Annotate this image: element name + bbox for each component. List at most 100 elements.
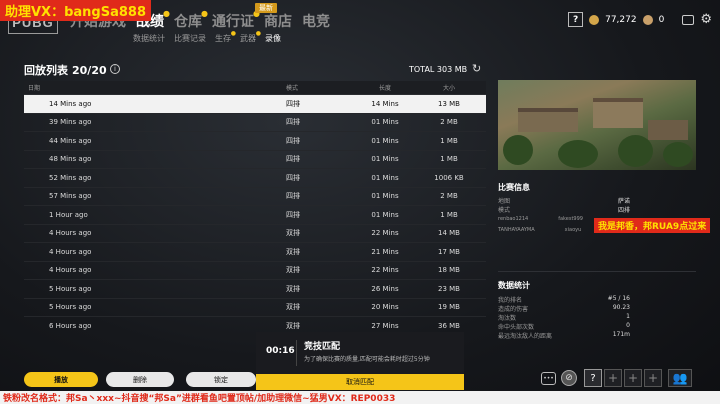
stat-value: 171m bbox=[612, 331, 630, 338]
player-name: renbao1214 bbox=[498, 216, 529, 222]
cell-date: 52 Mins ago bbox=[49, 173, 92, 182]
matchmaking-timer: 00:16 bbox=[266, 346, 295, 356]
add-member-icon[interactable]: + bbox=[624, 369, 642, 387]
stat-label: 淘汰数 bbox=[498, 315, 517, 322]
stat-value: 0 bbox=[626, 322, 630, 329]
stat-value: #5 / 16 bbox=[607, 295, 630, 302]
table-row[interactable]: 4 Hours ago 双排 21 Mins 17 MB bbox=[24, 243, 486, 262]
cell-mode: 四排 bbox=[286, 99, 300, 108]
table-row[interactable]: 1 Hour ago 四排 01 Mins 1 MB bbox=[24, 206, 486, 225]
cell-size: 13 MB bbox=[438, 99, 460, 108]
delete-button[interactable]: 删除 bbox=[106, 372, 174, 387]
cell-size: 2 MB bbox=[440, 118, 458, 127]
cell-size: 36 MB bbox=[438, 321, 460, 330]
match-info-title: 比赛信息 bbox=[498, 183, 530, 192]
tab-3[interactable]: 通行证 ● bbox=[212, 9, 260, 31]
top-right-bar: ? 77,272 0 ⚙ bbox=[568, 12, 712, 27]
cell-size: 19 MB bbox=[438, 303, 460, 312]
table-row[interactable]: 48 Mins ago 四排 01 Mins 1 MB bbox=[24, 151, 486, 169]
tab-2[interactable]: 仓库 ● bbox=[174, 9, 208, 31]
matchmaking-panel: 00:16 竞技匹配 为了确保比赛的质量,匹配可能会耗时超过5分钟 取消匹配 bbox=[256, 332, 464, 390]
table-row[interactable]: 4 Hours ago 双排 22 Mins 18 MB bbox=[24, 262, 486, 280]
news-icon[interactable] bbox=[682, 14, 695, 25]
table-row[interactable]: 4 Hours ago 双排 22 Mins 14 MB bbox=[24, 225, 486, 243]
cell-mode: 四排 bbox=[286, 118, 300, 127]
cell-date: 57 Mins ago bbox=[49, 192, 92, 201]
cell-size: 1 MB bbox=[440, 210, 458, 219]
cell-length: 20 Mins bbox=[371, 303, 399, 312]
subtab-label: 比赛记录 bbox=[174, 34, 206, 43]
stat-label: 我的排名 bbox=[498, 297, 523, 304]
map-row: 地图 萨诺 bbox=[498, 196, 630, 205]
total-size: TOTAL 303 MB bbox=[409, 65, 468, 74]
cell-length: 21 Mins bbox=[371, 247, 399, 256]
watermark-top: 助理VX：bangSa888 bbox=[0, 0, 151, 21]
stat-label: 命中头部次数 bbox=[498, 324, 535, 331]
lock-button[interactable]: 锁定 bbox=[186, 372, 256, 387]
cell-date: 6 Hours ago bbox=[49, 321, 92, 330]
subtab-3[interactable]: 武器 ● bbox=[240, 30, 261, 44]
player-name: TANHAYAAYMA bbox=[498, 227, 535, 233]
subtab-0[interactable]: 数据统计 bbox=[133, 33, 165, 44]
team-icon[interactable]: 👥 bbox=[668, 369, 692, 387]
cell-date: 5 Hours ago bbox=[49, 303, 92, 312]
cell-mode: 四排 bbox=[286, 173, 300, 182]
cell-mode: 双排 bbox=[286, 321, 300, 330]
stat-label: 最远淘汰敌人的距离 bbox=[498, 333, 553, 340]
play-button[interactable]: 播放 bbox=[24, 372, 98, 387]
gcoin-amount: 0 bbox=[658, 14, 665, 25]
cell-size: 2 MB bbox=[440, 192, 458, 201]
cell-date: 14 Mins ago bbox=[49, 99, 92, 108]
stat-row: 淘汰数 1 bbox=[498, 313, 630, 322]
add-member-icon[interactable]: + bbox=[644, 369, 662, 387]
cell-mode: 四排 bbox=[286, 155, 300, 164]
tab-5[interactable]: 电竞 bbox=[302, 11, 330, 31]
gcoin-icon bbox=[642, 14, 653, 25]
cell-mode: 双排 bbox=[286, 229, 300, 238]
tab-label: 电竞 bbox=[302, 14, 330, 30]
cell-date: 48 Mins ago bbox=[49, 155, 92, 164]
subtab-4[interactable]: 录像 bbox=[265, 33, 281, 44]
table-row[interactable]: 39 Mins ago 四排 01 Mins 2 MB bbox=[24, 114, 486, 132]
cell-size: 17 MB bbox=[438, 247, 460, 256]
tab-4[interactable]: 商店 bbox=[264, 11, 292, 31]
chat-icon[interactable]: ••• bbox=[541, 372, 556, 385]
table-row[interactable]: 57 Mins ago 四排 01 Mins 2 MB bbox=[24, 188, 486, 206]
table-row[interactable]: 5 Hours ago 双排 20 Mins 19 MB bbox=[24, 299, 486, 317]
player-name: fakest999 bbox=[558, 216, 583, 222]
new-badge: 最新 bbox=[255, 3, 277, 13]
subtab-label: 武器 bbox=[240, 34, 256, 43]
table-row[interactable]: 5 Hours ago 双排 26 Mins 23 MB bbox=[24, 280, 486, 299]
column-date: 日期 bbox=[28, 85, 41, 92]
new-dot-icon: ● bbox=[230, 30, 236, 37]
add-member-icon[interactable]: + bbox=[604, 369, 622, 387]
table-row[interactable]: 14 Mins ago 四排 14 Mins 13 MB bbox=[24, 95, 486, 114]
mode-label: 模式 bbox=[498, 207, 511, 214]
subtab-2[interactable]: 生存 ● bbox=[215, 30, 236, 44]
tab-label: 商店 bbox=[264, 14, 292, 30]
cell-length: 01 Mins bbox=[371, 173, 399, 182]
cell-mode: 四排 bbox=[286, 210, 300, 219]
refresh-icon[interactable]: ↻ bbox=[472, 62, 481, 75]
player-name: xiaoyu bbox=[564, 227, 582, 233]
cell-size: 14 MB bbox=[438, 229, 460, 238]
subtab-label: 录像 bbox=[265, 34, 281, 43]
gear-icon[interactable]: ⚙ bbox=[700, 12, 712, 27]
cell-size: 1 MB bbox=[440, 136, 458, 145]
table-row[interactable]: 52 Mins ago 四排 01 Mins 1006 KB bbox=[24, 169, 486, 188]
cell-length: 01 Mins bbox=[371, 155, 399, 164]
mute-icon[interactable]: ⊘ bbox=[561, 370, 577, 386]
info-icon[interactable]: i bbox=[110, 64, 120, 74]
table-row[interactable]: 44 Mins ago 四排 01 Mins 1 MB bbox=[24, 132, 486, 151]
cell-mode: 双排 bbox=[286, 247, 300, 256]
cell-date: 4 Hours ago bbox=[49, 266, 92, 275]
cell-date: 1 Hour ago bbox=[49, 210, 88, 219]
help-slot-icon[interactable]: ? bbox=[584, 369, 602, 387]
cell-length: 26 Mins bbox=[371, 284, 399, 293]
cell-mode: 四排 bbox=[286, 136, 300, 145]
cancel-matchmaking-button[interactable]: 取消匹配 bbox=[256, 374, 464, 390]
subtab-1[interactable]: 比赛记录 bbox=[174, 33, 206, 44]
new-dot-icon: ● bbox=[201, 9, 208, 18]
help-button[interactable]: ? bbox=[568, 12, 584, 27]
stat-label: 造成的伤害 bbox=[498, 306, 529, 313]
